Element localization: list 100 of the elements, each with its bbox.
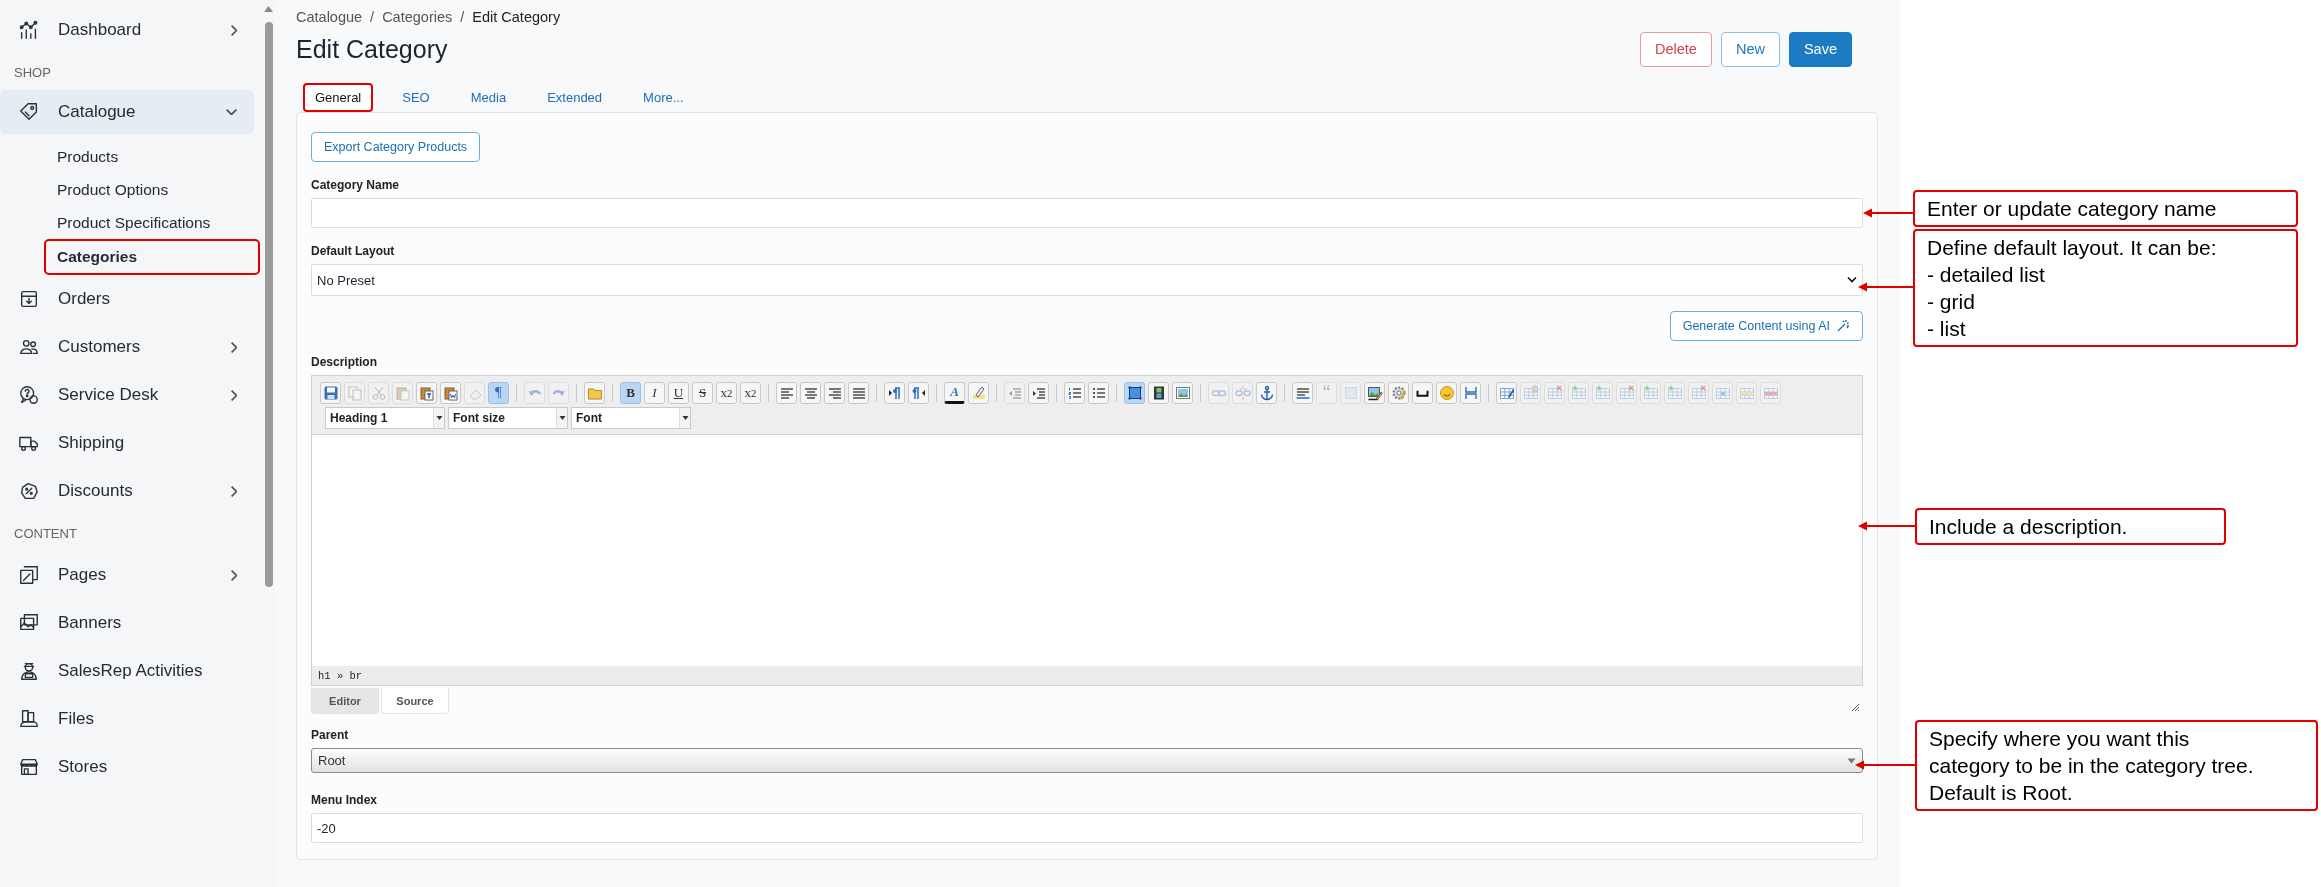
anchor-button[interactable] (1256, 381, 1277, 404)
toolbar-dropdown[interactable]: Heading 1 (325, 407, 445, 429)
tab[interactable]: SEO (390, 83, 442, 112)
table-icon (1522, 384, 1539, 401)
export-button[interactable]: Export Category Products (311, 132, 481, 162)
tab[interactable]: Media (458, 83, 519, 112)
justify-button[interactable] (848, 381, 869, 404)
table-icon (1618, 384, 1635, 401)
callout: Include a description. (1915, 508, 2226, 545)
clipboard-icon (442, 384, 459, 401)
image-button[interactable] (1172, 381, 1193, 404)
nav-item[interactable]: Files (0, 695, 254, 743)
bold-button[interactable]: B (620, 381, 641, 404)
input-field[interactable] (311, 198, 1863, 228)
callout-arrow (1858, 281, 1913, 293)
table-icon (1546, 384, 1563, 401)
nav-item[interactable]: Customers (0, 323, 254, 371)
tab[interactable]: Extended (535, 83, 615, 112)
clipboard-icon (394, 384, 411, 401)
rtl-button[interactable] (908, 381, 929, 404)
section-heading: CONTENT (13, 524, 78, 543)
gear-icon (1390, 384, 1407, 401)
text-color-button[interactable]: A (944, 381, 965, 404)
table-edit-button[interactable] (1496, 381, 1517, 404)
nav-item[interactable]: Banners (0, 599, 254, 647)
breadcrumb-separator: / (460, 9, 465, 25)
page-break-button[interactable] (1460, 381, 1481, 404)
page-title: Edit Category (296, 34, 448, 64)
nav-item[interactable]: Service Desk (0, 371, 254, 419)
new-button[interactable]: New (1720, 31, 1780, 67)
indent-button[interactable] (1028, 381, 1049, 404)
nav-subitem[interactable]: Product Options (44, 173, 260, 206)
nav-item[interactable]: Stores (0, 743, 254, 791)
italic-button[interactable]: I (644, 381, 665, 404)
paste-word-button[interactable] (440, 381, 461, 404)
tab[interactable]: More... (631, 83, 696, 112)
paste-text-button[interactable] (416, 381, 437, 404)
film-button[interactable] (1148, 381, 1169, 404)
gear-button[interactable] (1388, 381, 1409, 404)
square-icon (1342, 384, 1359, 401)
underline-button[interactable]: U (668, 381, 689, 404)
strike-button[interactable]: S (692, 381, 713, 404)
folder-button[interactable] (584, 381, 605, 404)
align-center-button[interactable] (800, 381, 821, 404)
breadcrumb-link[interactable]: Catalogue (296, 9, 363, 25)
highlight-button[interactable] (968, 381, 989, 404)
clipboard-icon (418, 384, 435, 401)
numbered-list-button[interactable] (1064, 381, 1085, 404)
select-field[interactable]: No Preset (311, 264, 1863, 296)
select-field[interactable]: Root (311, 748, 1863, 773)
toolbar-dropdown[interactable]: Font size (448, 407, 568, 429)
editor-mode-tab[interactable]: Editor (311, 688, 379, 714)
blocks-button[interactable] (1124, 381, 1145, 404)
nav-item[interactable]: Discounts (0, 467, 254, 515)
rule-button[interactable] (1292, 381, 1313, 404)
anchor-icon (1258, 384, 1275, 401)
ltr-button[interactable] (884, 381, 905, 404)
scrollbar[interactable] (262, 0, 275, 887)
nav-subitem[interactable]: Products (44, 140, 260, 173)
image-edit-button[interactable] (1364, 381, 1385, 404)
page-break-icon (1462, 384, 1479, 401)
speech-bubble-icon (18, 384, 40, 406)
section-heading: SHOP (13, 63, 52, 82)
callout-arrow (1855, 759, 1915, 771)
element-path: h1 » br (312, 666, 1862, 685)
save-button[interactable] (320, 381, 341, 404)
scroll-up-icon[interactable] (264, 6, 273, 12)
text-direction-icon (886, 384, 903, 401)
caret-icon (1847, 276, 1857, 284)
field-label: Category Name (311, 177, 401, 194)
generate-button[interactable]: Generate Content using AI (1669, 311, 1863, 341)
nav-item[interactable]: SalesRep Activities (0, 647, 254, 695)
percent-badge-icon (18, 480, 40, 502)
nav-item[interactable]: Dashboard (0, 6, 254, 54)
image-icon (1174, 384, 1191, 401)
align-left-button[interactable] (776, 381, 797, 404)
delete-button[interactable]: Delete (1640, 31, 1712, 67)
editor-mode-tab[interactable]: Source (381, 688, 449, 714)
nav-item[interactable]: Shipping (0, 419, 254, 467)
bar-chart-icon (18, 19, 40, 41)
redo-icon (551, 388, 566, 397)
nav-item[interactable]: Pages (0, 551, 254, 599)
nav-item[interactable]: Catalogue (0, 90, 254, 134)
files-icon (18, 708, 40, 730)
save-button[interactable]: Save (1788, 31, 1852, 67)
resize-handle-icon[interactable] (1851, 703, 1860, 712)
table-icon (1594, 384, 1611, 401)
breadcrumb-link[interactable]: Categories (382, 9, 453, 25)
input-field[interactable]: -20 (311, 813, 1863, 843)
nav-item[interactable]: Orders (0, 275, 254, 323)
callout: Define default layout. It can be: - detailed list - grid - list (1913, 229, 2298, 347)
field-label: Description (311, 354, 378, 371)
align-right-button[interactable] (824, 381, 845, 404)
nav-subitem[interactable]: Categories (44, 239, 260, 275)
tab[interactable]: General (303, 83, 374, 112)
nav-subitem[interactable]: Product Specifications (44, 206, 260, 239)
package-icon (18, 288, 40, 310)
space-button[interactable] (1412, 381, 1433, 404)
bullet-list-button[interactable] (1088, 381, 1109, 404)
toolbar-dropdown[interactable]: Font (571, 407, 691, 429)
